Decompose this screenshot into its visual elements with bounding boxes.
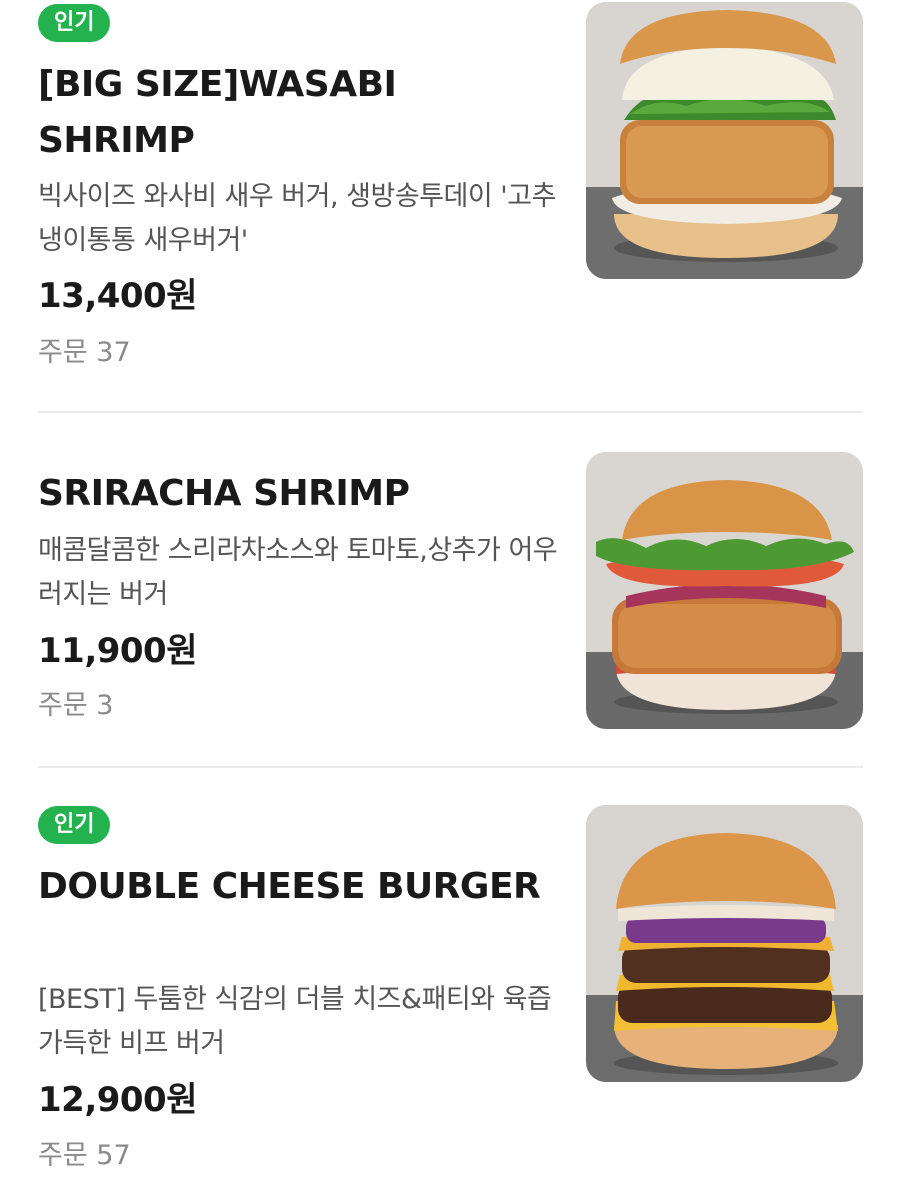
order-count: 주문 37 — [38, 337, 131, 368]
menu-item-name: [BIG SIZE]WASABI SHRIMP — [38, 64, 397, 161]
menu-item-price: 12,900원 — [38, 1080, 197, 1120]
menu-item-description: 매콤달콤한 스리라차소스와 토마토,상추가 어우러지는 버거 — [38, 535, 558, 610]
menu-item-name: DOUBLE CHEESE BURGER — [38, 866, 541, 907]
sriracha-shrimp-burger-photo — [586, 452, 863, 729]
menu-item-name: SRIRACHA SHRIMP — [38, 473, 410, 514]
menu-item-wasabi-shrimp[interactable]: 인기 [BIG SIZE]WASABI SHRIMP 빅사이즈 와사비 새우 버… — [0, 0, 900, 413]
wasabi-shrimp-burger-photo — [586, 2, 863, 279]
double-cheese-burger-photo — [586, 805, 863, 1082]
popular-badge: 인기 — [38, 806, 111, 844]
order-count: 주문 57 — [38, 1140, 131, 1171]
menu-item-description: [BEST] 두툼한 식감의 더블 치즈&패티와 육즙 가득한 비프 버거 — [38, 984, 552, 1059]
menu-list: 인기 [BIG SIZE]WASABI SHRIMP 빅사이즈 와사비 새우 버… — [0, 0, 900, 1202]
order-count: 주문 3 — [38, 690, 114, 721]
menu-item-sriracha-shrimp[interactable]: SRIRACHA SHRIMP 매콤달콤한 스리라차소스와 토마토,상추가 어우… — [0, 414, 900, 768]
popular-badge: 인기 — [38, 4, 111, 42]
menu-item-price: 13,400원 — [38, 276, 197, 316]
divider — [38, 411, 863, 413]
menu-item-double-cheese[interactable]: 인기 DOUBLE CHEESE BURGER [BEST] 두툼한 식감의 더… — [0, 768, 900, 1202]
menu-item-price: 11,900원 — [38, 631, 197, 671]
menu-item-description: 빅사이즈 와사비 새우 버거, 생방송투데이 '고추냉이통통 새우버거' — [38, 181, 556, 256]
